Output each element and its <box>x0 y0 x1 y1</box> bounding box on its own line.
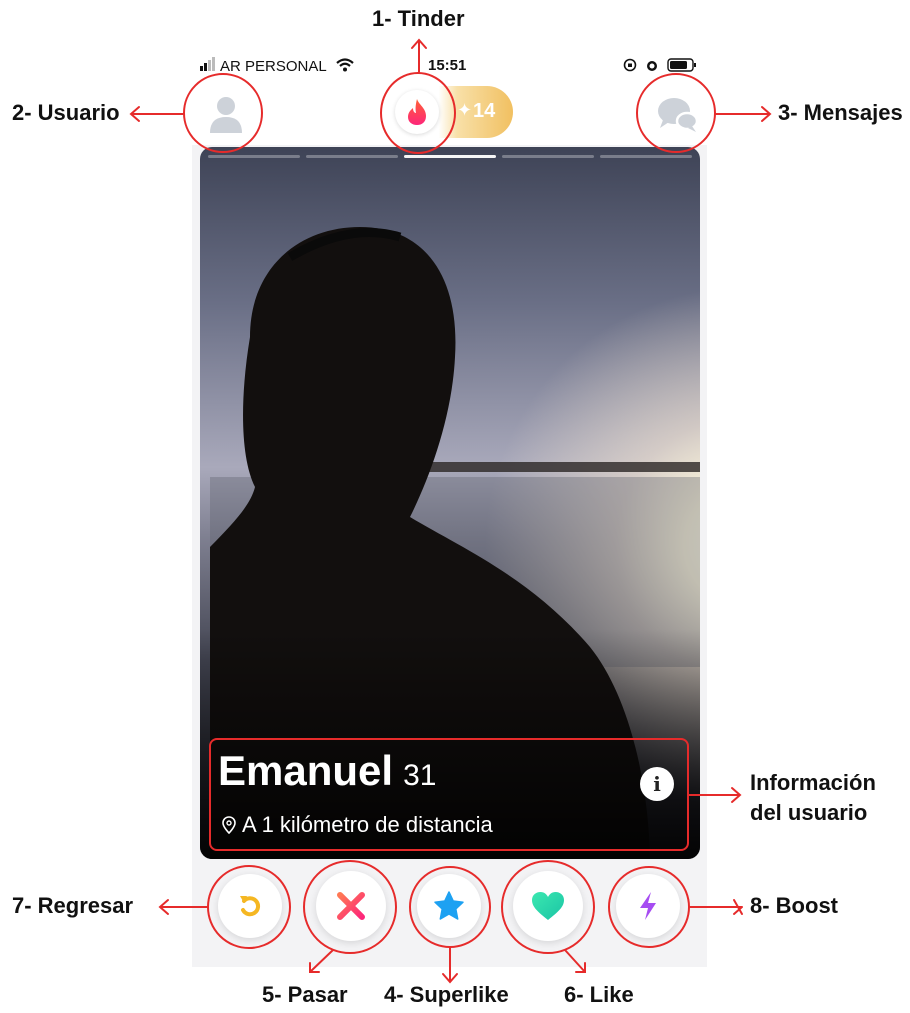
label-superlike: 4- Superlike <box>384 982 509 1007</box>
label-informacion-2: del usuario <box>750 800 868 825</box>
annotation-arrows <box>129 38 772 984</box>
label-mensajes: 3- Mensajes <box>778 100 903 125</box>
label-regresar: 7- Regresar <box>12 893 134 918</box>
label-boost: 8- Boost <box>750 893 838 918</box>
label-usuario: 2- Usuario <box>12 100 120 125</box>
label-informacion-1: Información <box>750 770 876 795</box>
label-pasar: 5- Pasar <box>262 982 348 1007</box>
label-like: 6- Like <box>564 982 634 1007</box>
label-tinder: 1- Tinder <box>372 6 465 31</box>
